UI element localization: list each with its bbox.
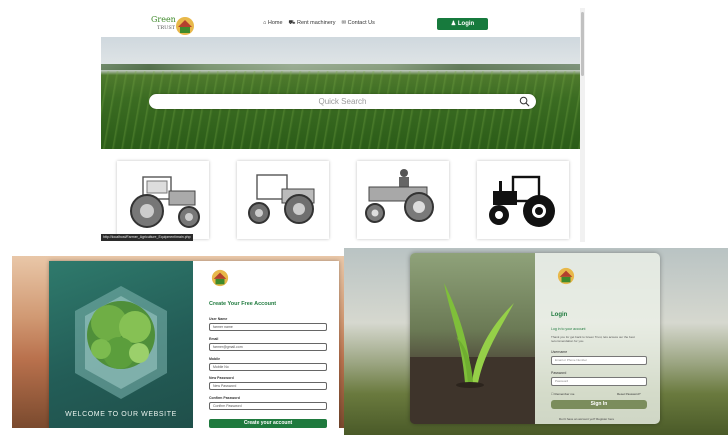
tractor-sketch-icon bbox=[365, 169, 434, 223]
status-url-tooltip: http://localhost/Farmer_Agriculture_Equi… bbox=[101, 234, 193, 241]
tractor-card-2[interactable] bbox=[237, 161, 329, 239]
seedling-illustration-icon bbox=[410, 283, 535, 424]
hero-treeline bbox=[101, 64, 581, 70]
field-label: Email bbox=[209, 337, 219, 341]
username-label: Username bbox=[551, 350, 568, 354]
login-window: Login Log in to your account Thank you f… bbox=[344, 248, 728, 435]
tractor-gallery bbox=[117, 161, 577, 241]
forgot-password-link[interactable]: Reset Password? bbox=[617, 392, 641, 396]
hero-crop-rows bbox=[101, 71, 581, 149]
mobile-field[interactable]: Mobile No bbox=[209, 363, 327, 371]
top-navbar: Green TRUST ⌂ Home ⛟ Rent machinery ✉ Co… bbox=[101, 8, 585, 38]
user-icon: ♟ bbox=[450, 21, 457, 27]
login-subtitle: Log in to your account bbox=[551, 327, 586, 331]
signup-window: WELCOME TO OUR WEBSITE Create Your Free … bbox=[12, 256, 372, 428]
email-field[interactable]: farmer@gmail.com bbox=[209, 343, 327, 351]
signup-image-pane: WELCOME TO OUR WEBSITE bbox=[49, 261, 193, 428]
page-scrollbar[interactable] bbox=[580, 8, 585, 242]
farm-badge-icon bbox=[557, 267, 575, 285]
logo-name: Green bbox=[151, 15, 176, 24]
sign-in-button[interactable]: Sign In bbox=[551, 400, 647, 409]
quick-search-bar[interactable]: Quick Search bbox=[149, 94, 536, 109]
password-input[interactable]: Password bbox=[551, 377, 647, 386]
welcome-text: WELCOME TO OUR WEBSITE bbox=[65, 411, 177, 418]
nav-contact-link[interactable]: ✉ Contact Us bbox=[342, 20, 375, 27]
username-field[interactable]: farmer name bbox=[209, 323, 327, 331]
remember-me-label: Remember me bbox=[554, 392, 575, 396]
tractor-card-3[interactable] bbox=[357, 161, 449, 239]
field-label: New Password bbox=[209, 376, 234, 380]
new-password-field[interactable]: New Password bbox=[209, 382, 327, 390]
username-input[interactable]: Email or Phone Number bbox=[551, 356, 647, 365]
tractor-sketch-icon bbox=[248, 174, 315, 224]
field-label: Mobile bbox=[209, 357, 221, 361]
search-icon[interactable] bbox=[519, 96, 530, 107]
signup-card: WELCOME TO OUR WEBSITE Create Your Free … bbox=[49, 261, 339, 428]
register-link[interactable]: Don't have an account yet? Register here bbox=[559, 417, 614, 421]
create-account-button[interactable]: Create your account bbox=[209, 419, 327, 428]
login-description: Thank you for get back to Green Trust, l… bbox=[551, 335, 635, 343]
hero-field-banner: Quick Search bbox=[101, 37, 581, 149]
nav-links: ⌂ Home ⛟ Rent machinery ✉ Contact Us bbox=[263, 20, 375, 27]
login-title: Login bbox=[551, 312, 568, 318]
confirm-password-field[interactable]: Confirm Password bbox=[209, 402, 327, 410]
login-form: Login Log in to your account Thank you f… bbox=[535, 253, 660, 424]
login-button[interactable]: ♟ Login bbox=[437, 18, 488, 30]
password-label: Password bbox=[551, 371, 567, 375]
signup-form: Create Your Free Account User Name farme… bbox=[193, 261, 339, 428]
seedling-image-pane bbox=[410, 253, 535, 424]
farm-badge-icon bbox=[176, 17, 194, 35]
tractor-sketch-icon bbox=[130, 176, 200, 228]
tractor-card-1[interactable] bbox=[117, 161, 209, 239]
farm-badge-icon bbox=[211, 269, 229, 287]
search-input[interactable]: Quick Search bbox=[149, 94, 536, 109]
form-title: Create Your Free Account bbox=[209, 301, 277, 307]
nav-rent-link[interactable]: ⛟ Rent machinery bbox=[289, 20, 336, 27]
login-button-label: Login bbox=[457, 21, 475, 27]
nav-home-link[interactable]: ⌂ Home bbox=[263, 20, 283, 27]
field-label: Confirm Password bbox=[209, 396, 240, 400]
tractor-silhouette-icon bbox=[489, 175, 555, 227]
plant-globe-illustration-icon bbox=[75, 286, 167, 399]
tractor-card-4[interactable] bbox=[477, 161, 569, 239]
green-trust-logo[interactable]: Green TRUST bbox=[151, 15, 199, 37]
remember-me-checkbox[interactable]: ☐ Remember me bbox=[551, 392, 574, 396]
field-label: User Name bbox=[209, 317, 228, 321]
scrollbar-thumb[interactable] bbox=[581, 12, 584, 76]
checkbox-icon: ☐ bbox=[551, 392, 554, 396]
homepage-window: Green TRUST ⌂ Home ⛟ Rent machinery ✉ Co… bbox=[101, 8, 585, 242]
logo-sub: TRUST bbox=[157, 25, 176, 31]
login-card: Login Log in to your account Thank you f… bbox=[410, 253, 660, 424]
